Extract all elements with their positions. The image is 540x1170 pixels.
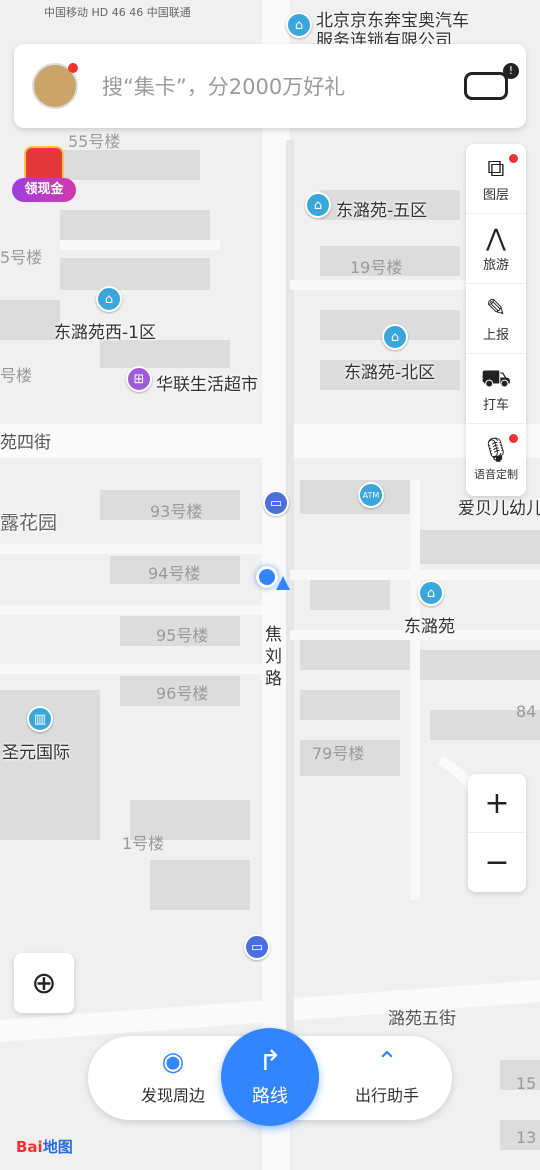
search-bar[interactable]: 搜“集卡”，分2000万好礼 ! <box>14 44 526 128</box>
mic-icon: 🎙 <box>480 436 512 464</box>
search-input[interactable]: 搜“集卡”，分2000万好礼 <box>102 71 464 101</box>
poi-label[interactable]: 东潞苑-北区 <box>344 358 435 383</box>
residence-pin-icon[interactable]: ⌂ <box>418 580 444 606</box>
side-toolbar: ⧉ 图层 ⋀ 旅游 ✎ 上报 ⛟ 打车 🎙 语音定制 <box>466 144 526 496</box>
taxi-icon: ⛟ <box>480 364 512 392</box>
logo-map-text: 地图 <box>42 1138 73 1156</box>
building-label: 79号楼 <box>312 744 365 763</box>
travel-icon: ⋀ <box>486 224 506 252</box>
route-label: 路线 <box>252 1086 288 1107</box>
street-label: 潞苑五街 <box>388 1009 456 1029</box>
travel-button[interactable]: ⋀ 旅游 <box>466 214 526 284</box>
building-label: 84 <box>516 702 537 721</box>
zoom-out-button[interactable]: − <box>468 833 526 892</box>
residence-pin-icon[interactable]: ⌂ <box>305 192 331 218</box>
bus-stop-icon[interactable]: ▭ <box>263 490 289 516</box>
building-pin-icon[interactable]: ▥ <box>27 706 53 732</box>
red-dot-icon <box>509 434 518 443</box>
poi-label[interactable]: 东潞苑 <box>404 612 455 637</box>
red-packet-label: 领现金 <box>12 178 76 202</box>
status-bar: 中国移动 HD 46 46 中国联通 <box>44 6 191 19</box>
assistant-label: 出行助手 <box>354 1086 419 1105</box>
report-icon: ✎ <box>485 294 507 322</box>
building-label: 号楼 <box>0 366 33 385</box>
route-arrow-icon: ↱ <box>258 1044 282 1077</box>
layers-button[interactable]: ⧉ 图层 <box>466 144 526 214</box>
route-button[interactable]: ↱ 路线 <box>221 1028 319 1126</box>
building-label: 5号楼 <box>0 248 43 267</box>
report-label: 上报 <box>482 328 509 343</box>
assistant-button[interactable]: ⌃ 出行助手 <box>332 1046 442 1106</box>
atm-pin-icon[interactable]: ATM <box>358 482 384 508</box>
taxi-button[interactable]: ⛟ 打车 <box>466 354 526 424</box>
street-label: 苑四街 <box>0 433 51 453</box>
layers-label: 图层 <box>482 188 509 203</box>
car-service-pin-icon[interactable]: ⌂ <box>286 12 312 38</box>
building-label: 93号楼 <box>150 502 203 521</box>
zoom-in-button[interactable]: + <box>468 774 526 833</box>
red-packet-button[interactable]: 领现金 <box>12 146 76 206</box>
layers-icon: ⧉ <box>487 154 505 182</box>
building-label: 94号楼 <box>148 564 201 583</box>
poi-label[interactable]: 东潞苑西-1区 <box>54 318 156 343</box>
travel-label: 旅游 <box>482 258 509 273</box>
red-dot-icon <box>509 154 518 163</box>
current-location-icon <box>256 566 278 588</box>
building-label: 19号楼 <box>350 258 403 277</box>
residence-pin-icon[interactable]: ⌂ <box>96 286 122 312</box>
poi-label[interactable]: 爱贝儿幼儿 <box>458 494 540 519</box>
building-label: 95号楼 <box>156 626 209 645</box>
poi-label[interactable]: 华联生活超市 <box>156 370 258 395</box>
bus-stop-icon[interactable]: ▭ <box>244 934 270 960</box>
report-button[interactable]: ✎ 上报 <box>466 284 526 354</box>
avatar[interactable] <box>32 63 78 109</box>
poi-label[interactable]: 圣元国际 <box>2 738 70 763</box>
taxi-label: 打车 <box>482 398 509 413</box>
discover-label: 发现周边 <box>140 1086 205 1105</box>
building-label: 96号楼 <box>156 684 209 703</box>
zoom-control: + − <box>468 774 526 892</box>
robot-assistant-icon[interactable]: ! <box>464 63 519 100</box>
supermarket-pin-icon[interactable]: ⊞ <box>126 366 152 392</box>
building-label: 1号楼 <box>122 834 165 853</box>
logo-text: Bai <box>16 1138 43 1156</box>
building-label: 15 <box>516 1074 537 1093</box>
voice-label: 语音定制 <box>474 468 518 481</box>
residence-pin-icon[interactable]: ⌂ <box>382 324 408 350</box>
discover-button[interactable]: ◉ 发现周边 <box>118 1046 228 1106</box>
notification-dot-icon <box>68 63 78 73</box>
building-label: 13 <box>516 1128 537 1147</box>
street-label: 路 <box>265 669 282 689</box>
poi-label[interactable]: 东潞苑-五区 <box>336 196 427 221</box>
assistant-icon: ⌃ <box>376 1047 398 1077</box>
street-label: 露花园 <box>0 512 58 534</box>
locate-button[interactable]: ⊕ <box>14 953 74 1013</box>
heading-arrow-icon <box>276 576 290 590</box>
alert-badge-icon: ! <box>503 63 519 79</box>
baidu-logo: Bai地图 <box>16 1136 73 1157</box>
voice-button[interactable]: 🎙 语音定制 <box>466 424 526 494</box>
eye-icon: ◉ <box>161 1047 185 1077</box>
crosshair-icon: ⊕ <box>31 965 57 1001</box>
